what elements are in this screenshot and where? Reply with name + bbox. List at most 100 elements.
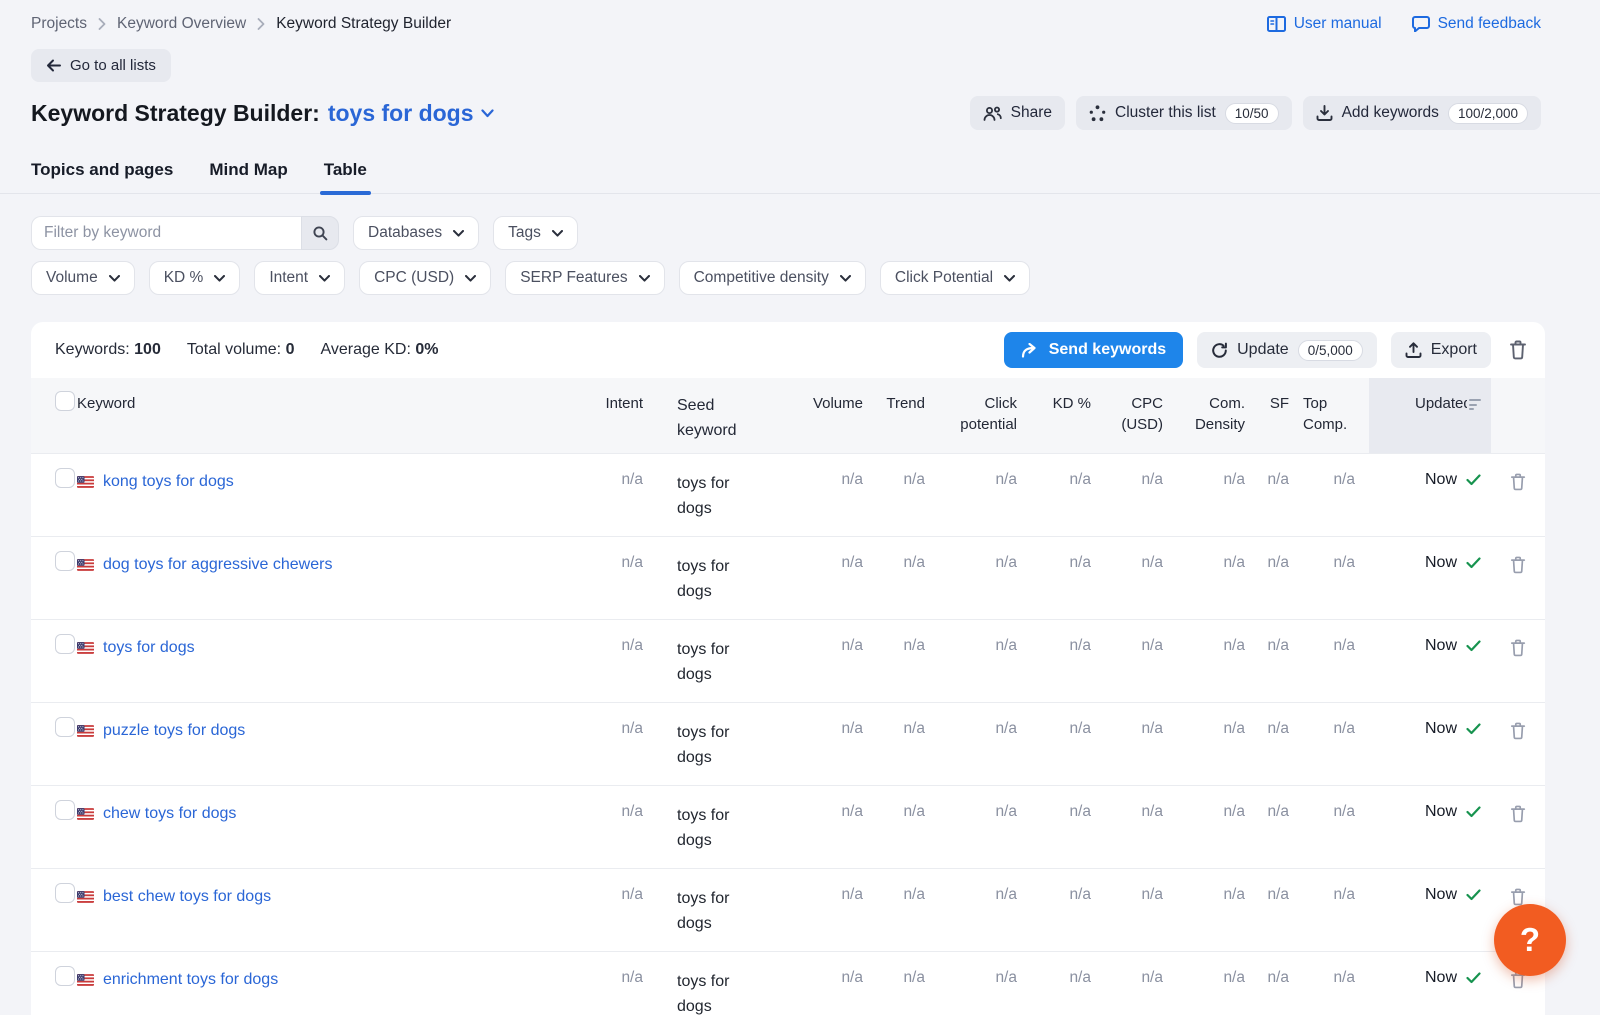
cell-updated: Now	[1369, 620, 1491, 703]
row-checkbox[interactable]	[55, 966, 75, 986]
column-header-com-density[interactable]: Com. Density	[1177, 378, 1259, 454]
row-checkbox[interactable]	[55, 468, 75, 488]
tabs: Topics and pages Mind Map Table	[0, 160, 1600, 194]
row-checkbox[interactable]	[55, 800, 75, 820]
filter-keyword-input[interactable]	[31, 216, 301, 250]
cluster-icon	[1089, 105, 1106, 122]
trash-icon	[1510, 888, 1526, 906]
send-feedback-link[interactable]: Send feedback	[1412, 15, 1541, 33]
row-checkbox[interactable]	[55, 717, 75, 737]
tags-dropdown[interactable]: Tags	[493, 216, 578, 250]
delete-row-button[interactable]	[1506, 552, 1530, 578]
tab-topics-and-pages[interactable]: Topics and pages	[31, 160, 173, 193]
check-icon	[1466, 889, 1481, 901]
cell-volume: n/a	[777, 537, 877, 620]
keyword-link[interactable]: kong toys for dogs	[103, 473, 234, 491]
cell-trend: n/a	[877, 620, 939, 703]
go-to-all-lists-button[interactable]: Go to all lists	[31, 49, 171, 82]
keyword-link[interactable]: dog toys for aggressive chewers	[103, 556, 332, 574]
delete-row-button[interactable]	[1506, 801, 1530, 827]
check-icon	[1466, 640, 1481, 652]
column-header-intent[interactable]: Intent	[601, 378, 657, 454]
cell-sf: n/a	[1259, 869, 1303, 952]
question-mark-icon: ?	[1520, 921, 1540, 959]
share-button[interactable]: Share	[970, 96, 1065, 130]
row-checkbox[interactable]	[55, 634, 75, 654]
keyword-link[interactable]: puzzle toys for dogs	[103, 722, 245, 740]
column-header-volume[interactable]: Volume	[777, 378, 877, 454]
tab-mind-map[interactable]: Mind Map	[209, 160, 287, 193]
user-manual-link[interactable]: User manual	[1267, 15, 1382, 33]
list-selector[interactable]: toys for dogs	[328, 100, 494, 127]
keyword-link[interactable]: chew toys for dogs	[103, 805, 236, 823]
competitive-density-filter-dropdown[interactable]: Competitive density	[679, 261, 866, 295]
column-header-kd[interactable]: KD %	[1031, 378, 1105, 454]
cell-volume: n/a	[777, 454, 877, 537]
databases-dropdown[interactable]: Databases	[353, 216, 479, 250]
send-keywords-button[interactable]: Send keywords	[1004, 332, 1183, 368]
search-button[interactable]	[301, 216, 339, 250]
chevron-right-icon	[98, 18, 106, 30]
column-header-trend[interactable]: Trend	[877, 378, 939, 454]
breadcrumb-keyword-overview[interactable]: Keyword Overview	[117, 15, 246, 33]
cell-com-density: n/a	[1177, 620, 1259, 703]
add-keywords-button[interactable]: Add keywords 100/2,000	[1303, 96, 1541, 130]
cell-top-comp: n/a	[1303, 869, 1369, 952]
keywords-table-card: Keywords: 100 Total volume: 0 Average KD…	[31, 322, 1545, 1015]
check-icon	[1466, 723, 1481, 735]
select-all-checkbox[interactable]	[55, 391, 75, 411]
column-header-sf[interactable]: SF	[1259, 378, 1303, 454]
cell-cpc: n/a	[1105, 952, 1177, 1015]
intent-filter-dropdown[interactable]: Intent	[254, 261, 345, 295]
send-arrow-icon	[1021, 343, 1039, 358]
column-header-top-comp[interactable]: Top Comp.	[1303, 378, 1369, 454]
cell-trend: n/a	[877, 454, 939, 537]
keyword-link[interactable]: best chew toys for dogs	[103, 888, 271, 906]
column-header-cpc[interactable]: CPC (USD)	[1105, 378, 1177, 454]
table-body: kong toys for dogs n/a toys for dogs n/a…	[31, 454, 1545, 1015]
cell-top-comp: n/a	[1303, 952, 1369, 1015]
keyword-link[interactable]: enrichment toys for dogs	[103, 971, 278, 989]
delete-row-button[interactable]	[1506, 718, 1530, 744]
serp-features-filter-dropdown[interactable]: SERP Features	[505, 261, 664, 295]
check-icon	[1466, 474, 1481, 486]
cell-seed-keyword: toys for dogs	[657, 537, 777, 620]
header-actions: Share Cluster this list 10/50 Add keywor…	[970, 96, 1541, 130]
search-icon	[312, 225, 328, 241]
help-button[interactable]: ?	[1494, 904, 1566, 976]
column-header-seed-keyword[interactable]: Seed keyword	[657, 378, 777, 454]
title-row: Keyword Strategy Builder: toys for dogs …	[31, 96, 1541, 130]
row-checkbox[interactable]	[55, 883, 75, 903]
cell-seed-keyword: toys for dogs	[657, 620, 777, 703]
cluster-this-list-button[interactable]: Cluster this list 10/50	[1076, 96, 1292, 130]
delete-list-button[interactable]	[1505, 336, 1531, 364]
cell-seed-keyword: toys for dogs	[657, 454, 777, 537]
cell-top-comp: n/a	[1303, 537, 1369, 620]
volume-filter-dropdown[interactable]: Volume	[31, 261, 135, 295]
keyword-link[interactable]: toys for dogs	[103, 639, 195, 657]
cell-cpc: n/a	[1105, 454, 1177, 537]
cell-top-comp: n/a	[1303, 703, 1369, 786]
cell-cpc: n/a	[1105, 537, 1177, 620]
kd-filter-dropdown[interactable]: KD %	[149, 261, 241, 295]
book-icon	[1267, 16, 1286, 32]
column-header-keyword[interactable]: Keyword	[77, 378, 601, 454]
table-row: best chew toys for dogs n/a toys for dog…	[31, 869, 1545, 952]
us-flag-icon	[77, 642, 94, 654]
cpc-filter-dropdown[interactable]: CPC (USD)	[359, 261, 491, 295]
cell-intent: n/a	[601, 869, 657, 952]
column-header-updated[interactable]: Updated	[1369, 378, 1491, 454]
export-button[interactable]: Export	[1391, 332, 1491, 368]
cell-top-comp: n/a	[1303, 620, 1369, 703]
click-potential-filter-dropdown[interactable]: Click Potential	[880, 261, 1030, 295]
cell-com-density: n/a	[1177, 537, 1259, 620]
breadcrumb-projects[interactable]: Projects	[31, 15, 87, 33]
row-checkbox[interactable]	[55, 551, 75, 571]
tab-table[interactable]: Table	[324, 160, 367, 193]
update-button[interactable]: Update 0/5,000	[1197, 332, 1377, 368]
column-header-click-potential[interactable]: Click potential	[939, 378, 1031, 454]
cell-volume: n/a	[777, 786, 877, 869]
table-row: toys for dogs n/a toys for dogs n/a n/a …	[31, 620, 1545, 703]
delete-row-button[interactable]	[1506, 469, 1530, 495]
delete-row-button[interactable]	[1506, 635, 1530, 661]
